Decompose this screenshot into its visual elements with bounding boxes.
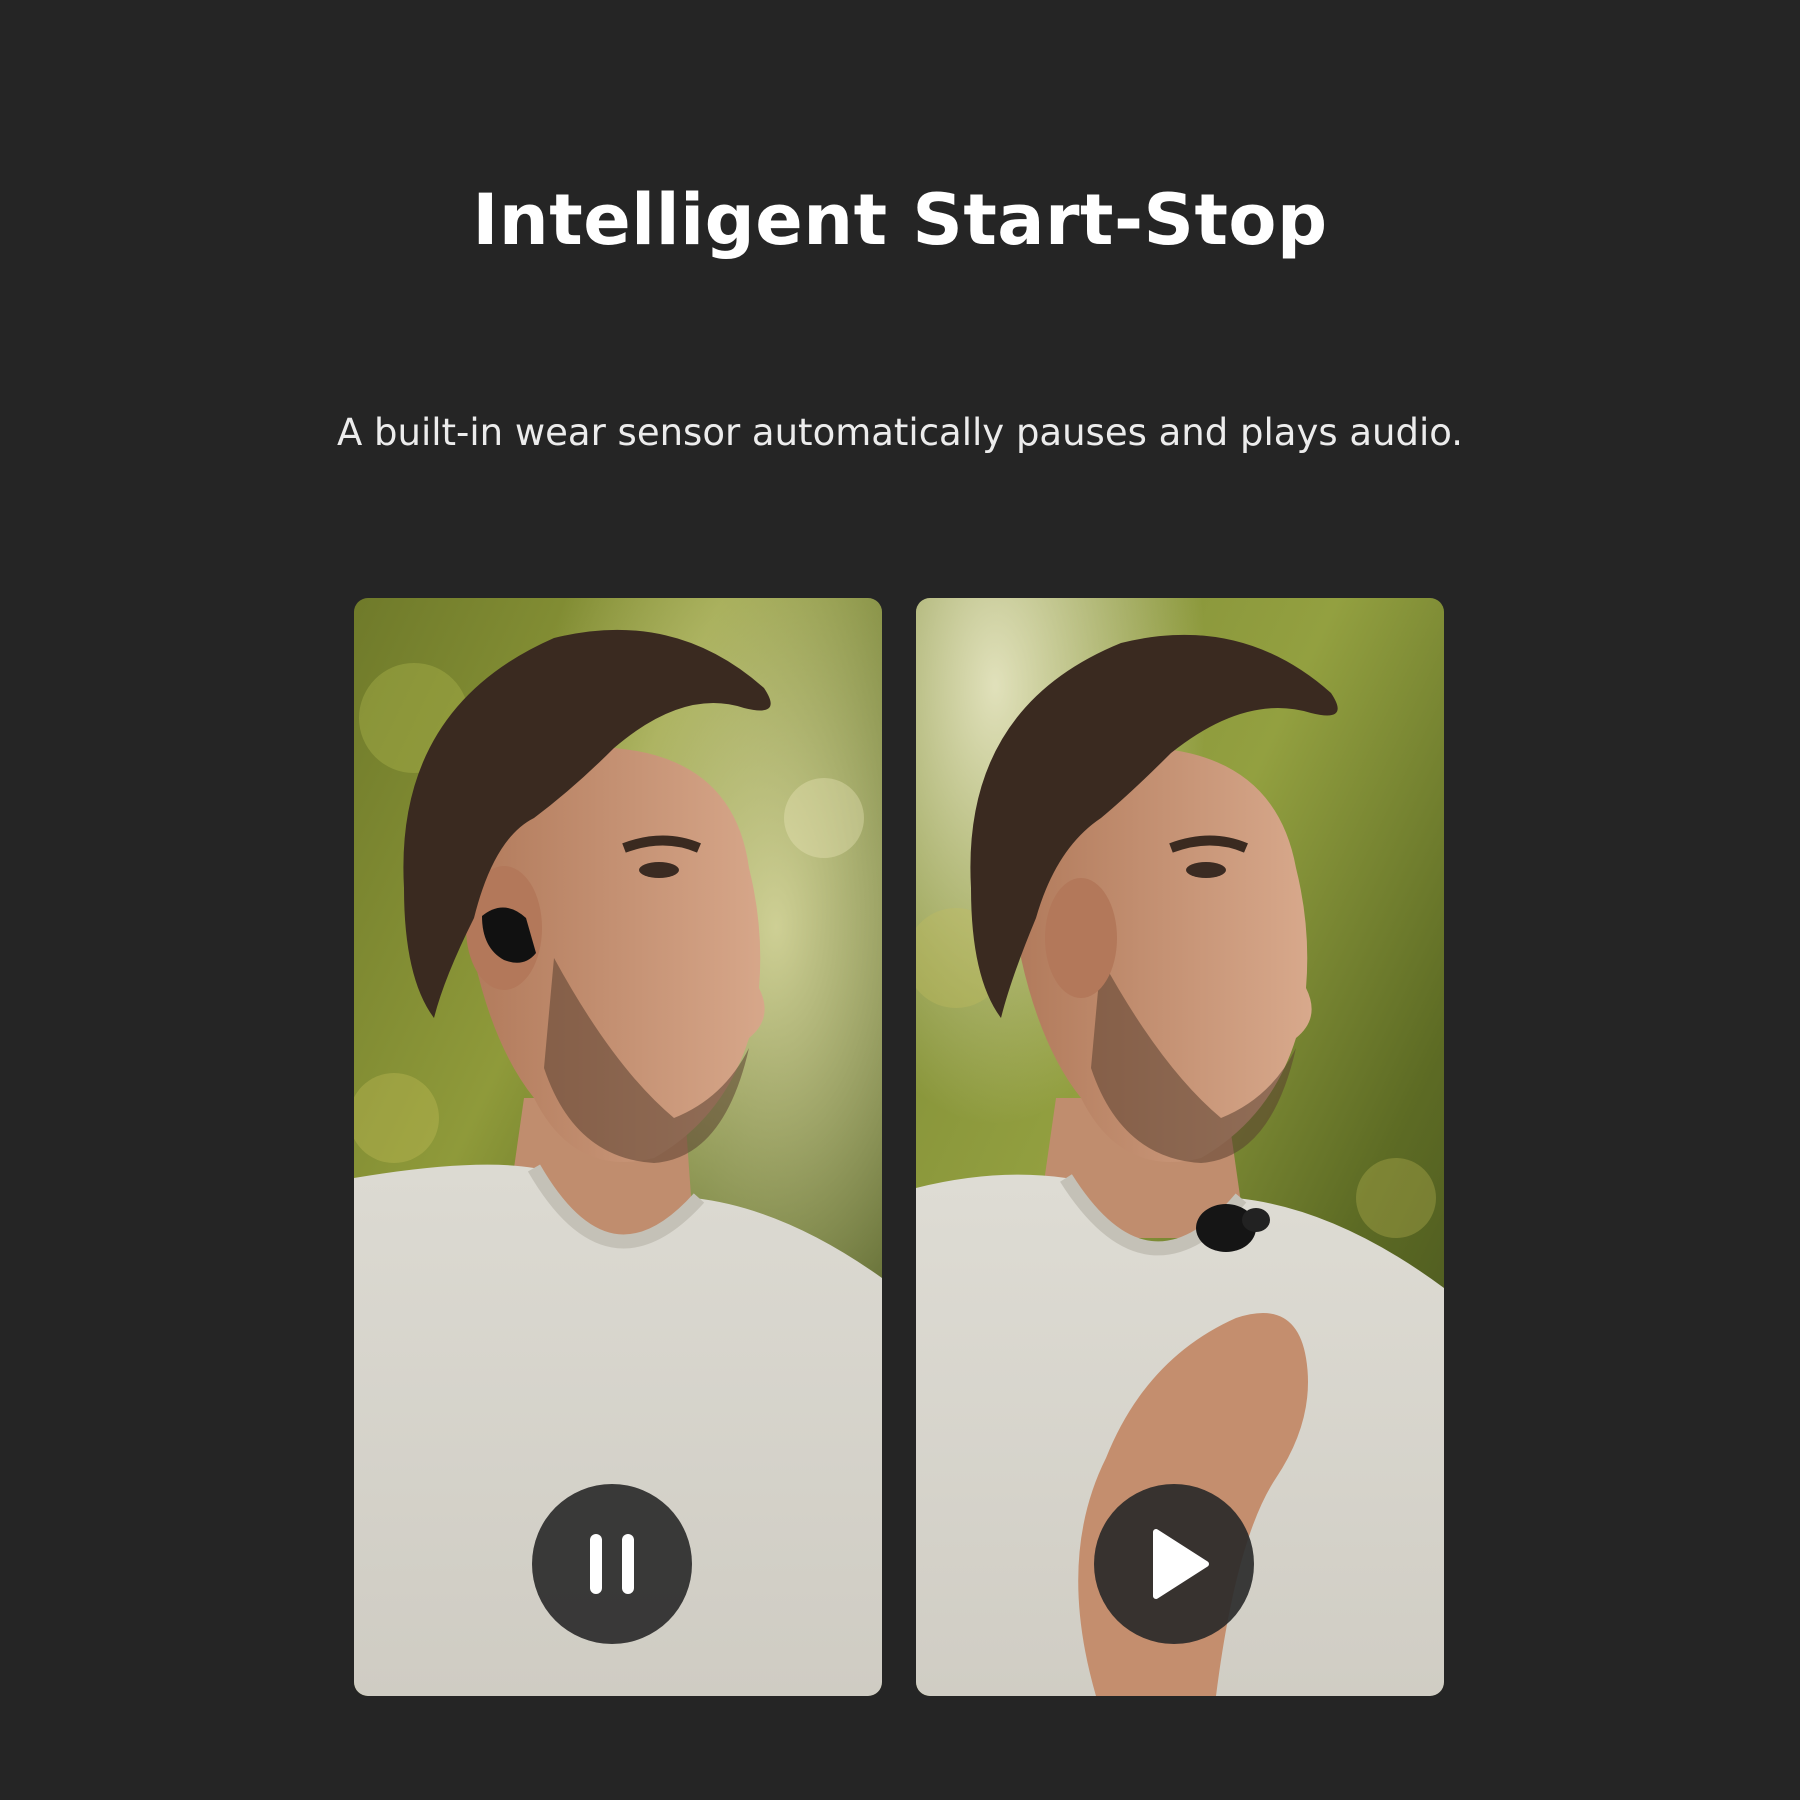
pause-button[interactable] (532, 1484, 692, 1644)
page-title: Intelligent Start-Stop (472, 179, 1328, 261)
play-button[interactable] (1094, 1484, 1254, 1644)
photo-panel-earbud-in (354, 598, 882, 1696)
page-subtitle: A built-in wear sensor automatically pau… (336, 411, 1464, 454)
pause-icon (590, 1534, 634, 1594)
play-icon (1153, 1529, 1209, 1599)
photo-panel-earbud-out (916, 598, 1444, 1696)
